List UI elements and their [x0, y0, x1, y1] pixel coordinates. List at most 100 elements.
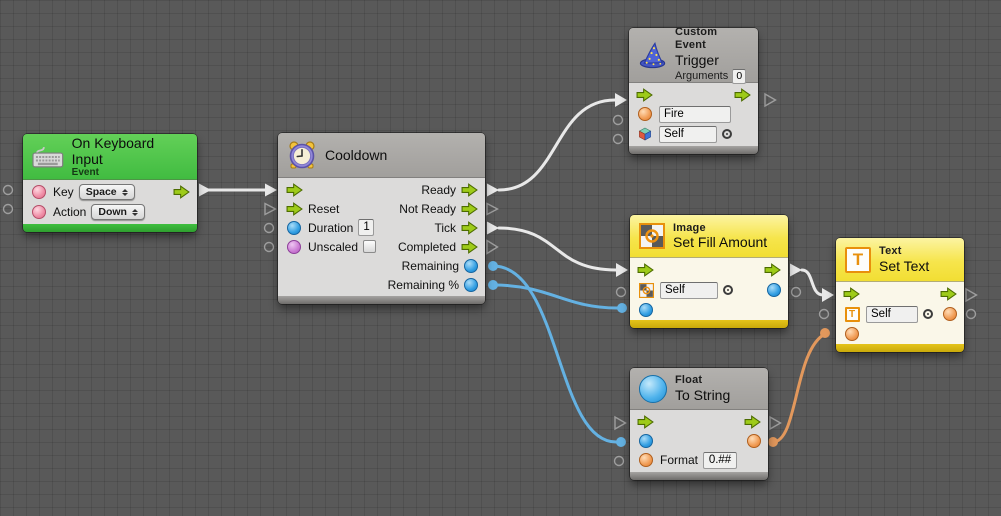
trigger-exit-connector[interactable] — [765, 94, 776, 106]
arguments-field[interactable]: 0 — [732, 69, 746, 84]
cooldown-notready-connector[interactable] — [487, 204, 498, 215]
object-picker-icon[interactable] — [722, 129, 732, 139]
tick-port-icon[interactable] — [461, 221, 478, 235]
float-result-connector[interactable] — [768, 437, 778, 447]
node-header[interactable]: T Text Set Text — [836, 238, 964, 282]
wire-ready-to-trigger[interactable] — [499, 100, 615, 190]
image-output-connector[interactable] — [792, 288, 801, 297]
node-float-to-string[interactable]: Float To String Format 0.## — [630, 368, 768, 480]
cooldown-remainingpct-connector[interactable] — [488, 280, 498, 290]
cooldown-tick-connector[interactable] — [487, 222, 499, 235]
cooldown-unscaled-connector[interactable] — [265, 243, 274, 252]
self-field[interactable]: Self — [660, 282, 718, 299]
cooldown-completed-connector[interactable] — [487, 241, 498, 254]
text-mini-icon[interactable]: T — [845, 307, 860, 322]
text-exit-connector[interactable] — [966, 289, 977, 301]
enter-port-icon[interactable] — [843, 287, 860, 301]
remainingpct-port-icon[interactable] — [464, 278, 478, 292]
duration-field[interactable]: 1 — [358, 219, 374, 236]
wire-tick-to-setfillamount[interactable] — [499, 228, 616, 270]
float-type-icon — [639, 375, 667, 403]
float-format-connector[interactable] — [615, 457, 624, 466]
result-output-port-icon[interactable] — [747, 434, 761, 448]
float-exit-connector[interactable] — [770, 417, 781, 429]
self-field[interactable]: Self — [866, 306, 918, 323]
gameobject-cube-icon[interactable] — [638, 127, 652, 141]
fire-field[interactable]: Fire — [659, 106, 731, 123]
enter-port-icon[interactable] — [286, 183, 303, 197]
node-on-keyboard-input[interactable]: On Keyboard Input Event Key Space Action… — [23, 134, 197, 232]
keyboard-key-connector[interactable] — [4, 186, 13, 195]
node-header[interactable]: Image Set Fill Amount — [630, 215, 788, 258]
text-input-port-icon[interactable] — [845, 327, 859, 341]
image-fillamount-connector[interactable] — [617, 303, 627, 313]
text-value-connector[interactable] — [820, 328, 830, 338]
trigger-enter-connector[interactable] — [615, 93, 627, 107]
value-input-port-icon[interactable] — [639, 434, 653, 448]
text-output-port-icon[interactable] — [943, 307, 957, 321]
cooldown-reset-connector[interactable] — [265, 204, 276, 215]
enter-port-icon[interactable] — [636, 88, 653, 102]
image-mini-icon[interactable] — [639, 283, 654, 298]
node-image-set-fill-amount[interactable]: Image Set Fill Amount Self — [630, 215, 788, 328]
ready-port-icon[interactable] — [461, 183, 478, 197]
unscaled-port-icon[interactable] — [287, 240, 301, 254]
self-field[interactable]: Self — [659, 126, 717, 143]
wire-tostring-to-text[interactable] — [773, 334, 825, 442]
completed-port-icon[interactable] — [461, 240, 478, 254]
format-port-icon[interactable] — [639, 453, 653, 467]
enter-port-icon[interactable] — [637, 263, 654, 277]
trigger-fire-connector[interactable] — [614, 116, 623, 125]
key-port-icon[interactable] — [32, 185, 46, 199]
action-dropdown[interactable]: Down — [91, 204, 145, 220]
text-enter-connector[interactable] — [822, 288, 834, 302]
action-port-icon[interactable] — [32, 205, 46, 219]
dropdown-arrows-icon — [122, 189, 128, 196]
notready-port-icon[interactable] — [461, 202, 478, 216]
remaining-port-icon[interactable] — [464, 259, 478, 273]
object-picker-icon[interactable] — [723, 285, 733, 295]
wire-remainingpct-to-fillamount[interactable] — [493, 285, 617, 308]
reset-port-icon[interactable] — [286, 202, 303, 216]
node-header[interactable]: On Keyboard Input Event — [23, 134, 197, 180]
fillamount-output-port-icon[interactable] — [767, 283, 781, 297]
image-self-connector[interactable] — [617, 288, 626, 297]
exit-port-icon[interactable] — [734, 88, 751, 102]
cooldown-duration-connector[interactable] — [265, 224, 274, 233]
duration-port-icon[interactable] — [287, 221, 301, 235]
keyboard-trigger-connector[interactable] — [199, 184, 211, 197]
format-field[interactable]: 0.## — [703, 452, 737, 469]
image-exit-connector[interactable] — [790, 264, 802, 277]
cooldown-enter-connector[interactable] — [265, 184, 277, 197]
object-picker-icon[interactable] — [923, 309, 933, 319]
node-title: Cooldown — [325, 147, 387, 163]
exit-port-icon[interactable] — [744, 415, 761, 429]
cooldown-remaining-connector[interactable] — [488, 261, 498, 271]
trigger-port-icon[interactable] — [173, 185, 190, 199]
trigger-self-connector[interactable] — [614, 135, 623, 144]
unscaled-checkbox[interactable] — [363, 240, 376, 253]
node-cooldown[interactable]: Cooldown Ready Reset Not Ready Duration — [278, 133, 485, 304]
key-dropdown[interactable]: Space — [79, 184, 135, 200]
text-output-connector[interactable] — [967, 310, 976, 319]
keyboard-action-connector[interactable] — [4, 205, 13, 214]
enter-port-icon[interactable] — [637, 415, 654, 429]
graph-canvas[interactable]: { "colors": { "background": "#595959", "… — [0, 0, 1001, 516]
fillamount-input-port-icon[interactable] — [639, 303, 653, 317]
wire-remaining-to-tostring[interactable] — [493, 266, 616, 442]
image-enter-connector[interactable] — [616, 263, 628, 277]
float-input-connector[interactable] — [616, 437, 626, 447]
node-header[interactable]: Cooldown — [278, 133, 485, 178]
node-text-set-text[interactable]: T Text Set Text T Self — [836, 238, 964, 352]
cooldown-ready-connector[interactable] — [487, 184, 499, 197]
exit-port-icon[interactable] — [764, 263, 781, 277]
node-trigger-custom-event[interactable]: Custom Event Trigger Arguments 0 Fire Se… — [629, 28, 758, 154]
float-enter-connector[interactable] — [615, 417, 626, 429]
wire-image-to-settext[interactable] — [802, 270, 823, 295]
node-header[interactable]: Custom Event Trigger Arguments 0 — [629, 28, 758, 83]
text-self-connector[interactable] — [820, 310, 829, 319]
node-header[interactable]: Float To String — [630, 368, 768, 410]
fire-port-icon[interactable] — [638, 107, 652, 121]
action-port-label: Action — [53, 205, 86, 219]
exit-port-icon[interactable] — [940, 287, 957, 301]
